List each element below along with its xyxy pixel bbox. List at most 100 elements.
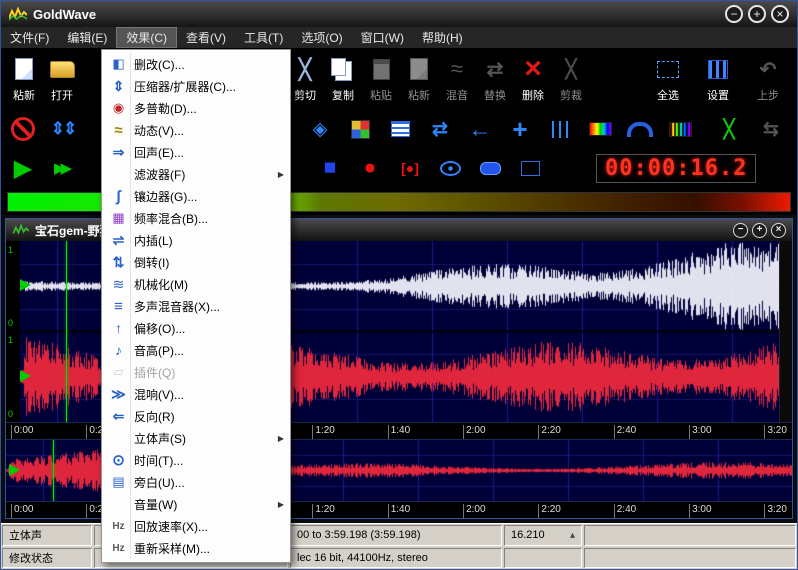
close-button[interactable]: × [771, 5, 789, 23]
minimize-button[interactable]: − [725, 5, 743, 23]
menu-item-interpolate[interactable]: 内插(L) [104, 229, 288, 251]
doc-close-button[interactable]: × [771, 223, 786, 238]
modify-status-cell[interactable]: 修改状态 [2, 548, 92, 569]
delete-button[interactable]: 删除 [514, 52, 552, 103]
playhead-marker[interactable] [53, 440, 54, 501]
time-tick: 2:00 [463, 425, 485, 439]
menu-item-echo[interactable]: 回声(E)... [104, 141, 288, 163]
play-button[interactable] [9, 155, 37, 181]
menu-effects[interactable]: 效果(C) [116, 27, 177, 48]
toolbar-label: 上步 [757, 87, 779, 103]
menu-item-censor[interactable]: 删改(C)... [104, 53, 288, 75]
menu-item-doppler[interactable]: 多普勒(D)... [104, 97, 288, 119]
cut-button[interactable]: 剪切 [286, 52, 324, 103]
menu-tools[interactable]: 工具(T) [235, 27, 292, 48]
select-all-button[interactable]: 全选 [649, 52, 687, 103]
menu-item-compressor[interactable]: 压缩器/扩展器(C)... [104, 75, 288, 97]
fast-play-button[interactable] [49, 155, 77, 181]
menu-item-reverse[interactable]: 反向(R) [104, 405, 288, 427]
mix-button[interactable]: 混音 [438, 52, 476, 103]
faders-button[interactable] [546, 116, 574, 142]
menu-item-label: 压缩器/扩展器(C)... [134, 78, 284, 95]
channel-mode-cell[interactable]: 立体声 [2, 525, 92, 546]
move-cross-icon [506, 116, 534, 142]
menu-item-playback-rate[interactable]: 回放速率(X)... [104, 515, 288, 537]
trim-button[interactable]: 剪裁 [552, 52, 590, 103]
effects-dropdown-menu: 删改(C)... 压缩器/扩展器(C)... 多普勒(D)... 动态(V)..… [101, 49, 291, 563]
left-arrow-button[interactable] [466, 116, 494, 142]
updown-arrows-button[interactable] [49, 116, 77, 142]
menu-item-reverb[interactable]: 混响(V)... [104, 383, 288, 405]
rainbow-button[interactable] [586, 116, 614, 142]
spectrum-button[interactable] [666, 116, 694, 142]
paste-new-button[interactable]: 粘新 [5, 52, 43, 103]
eye-button[interactable] [436, 155, 464, 181]
menu-edit[interactable]: 编辑(E) [58, 27, 116, 48]
menu-item-label: 偏移(O)... [134, 320, 284, 337]
goldwave-logo-icon [9, 7, 27, 21]
flanger-icon [108, 187, 129, 205]
copy-button[interactable]: 复制 [324, 52, 362, 103]
voice-over-icon [108, 473, 129, 491]
menu-item-icon [108, 495, 129, 513]
compass-star-button[interactable] [306, 116, 334, 142]
menu-help[interactable]: 帮助(H) [413, 27, 472, 48]
value-cell[interactable]: 16.210 [504, 525, 582, 546]
arch-button[interactable] [626, 116, 654, 142]
menu-item-filter[interactable]: 滤波器(F)▶ [104, 163, 288, 185]
menu-item-voice-over[interactable]: 旁白(U)... [104, 471, 288, 493]
maximize-button[interactable]: + [748, 5, 766, 23]
doc-minimize-button[interactable]: − [733, 223, 748, 238]
menu-item-label: 频率混合(B)... [134, 210, 284, 227]
menu-item-mechanize[interactable]: 机械化(M) [104, 273, 288, 295]
undo-button[interactable]: 上步 [749, 52, 787, 103]
move-cross-button[interactable] [506, 116, 534, 142]
menu-item-pitch[interactable]: 音高(P)... [104, 339, 288, 361]
menu-window[interactable]: 窗口(W) [352, 27, 413, 48]
menu-item-label: 回放速率(X)... [134, 518, 284, 535]
settings-button[interactable]: 设置 [699, 52, 737, 103]
play-icon [9, 155, 37, 181]
record-button[interactable] [356, 155, 384, 181]
menu-file[interactable]: 文件(F) [1, 27, 58, 48]
replace-button[interactable]: 替换 [476, 52, 514, 103]
menu-item-mixer[interactable]: 多声混音器(X)... [104, 295, 288, 317]
open-button[interactable]: 打开 [43, 52, 81, 103]
no-entry-button[interactable] [9, 116, 37, 142]
menu-item-invert[interactable]: 倒转(I) [104, 251, 288, 273]
grid-button[interactable] [516, 155, 544, 181]
gray-arrows-icon [757, 116, 785, 142]
menu-item-offset[interactable]: 偏移(O)... [104, 317, 288, 339]
playlist-button[interactable] [386, 116, 414, 142]
playhead-marker[interactable] [66, 241, 67, 422]
menu-item-stereo[interactable]: 立体声(S)▶ [104, 427, 288, 449]
stop-button[interactable] [316, 155, 344, 181]
menu-item-time[interactable]: 时间(T)... [104, 449, 288, 471]
gray-arrows-button[interactable] [757, 116, 785, 142]
paste-new-button-2[interactable]: 粘新 [400, 52, 438, 103]
vertical-scrollbar[interactable] [779, 241, 792, 422]
menu-item-dynamics[interactable]: 动态(V)... [104, 119, 288, 141]
swap-arrows-button[interactable] [426, 116, 454, 142]
menu-item-frequency-blend[interactable]: 频率混合(B)... [104, 207, 288, 229]
color-quad-button[interactable] [346, 116, 374, 142]
menu-item-volume[interactable]: 音量(W)▶ [104, 493, 288, 515]
menu-item-flanger[interactable]: 镶边器(G)... [104, 185, 288, 207]
paste-button[interactable]: 粘贴 [362, 52, 400, 103]
compass-star-icon [306, 116, 334, 142]
menu-options[interactable]: 选项(O) [292, 27, 351, 48]
record-selection-button[interactable] [396, 155, 424, 181]
doc-maximize-button[interactable]: + [752, 223, 767, 238]
paste-new-icon [404, 54, 434, 84]
capsule-button[interactable] [476, 155, 504, 181]
copy-icon [328, 54, 358, 84]
mechanize-icon [108, 275, 129, 293]
green-x-button[interactable] [715, 116, 743, 142]
up-triangle-icon[interactable] [570, 530, 575, 541]
status-cell [504, 548, 582, 569]
menu-view[interactable]: 查看(V) [177, 27, 235, 48]
frequency-blend-icon [108, 209, 129, 227]
menu-item-label: 立体声(S) [134, 430, 269, 447]
menu-item-plugin[interactable]: 插件(Q) [104, 361, 288, 383]
menu-item-resample[interactable]: 重新采样(M)... [104, 537, 288, 559]
